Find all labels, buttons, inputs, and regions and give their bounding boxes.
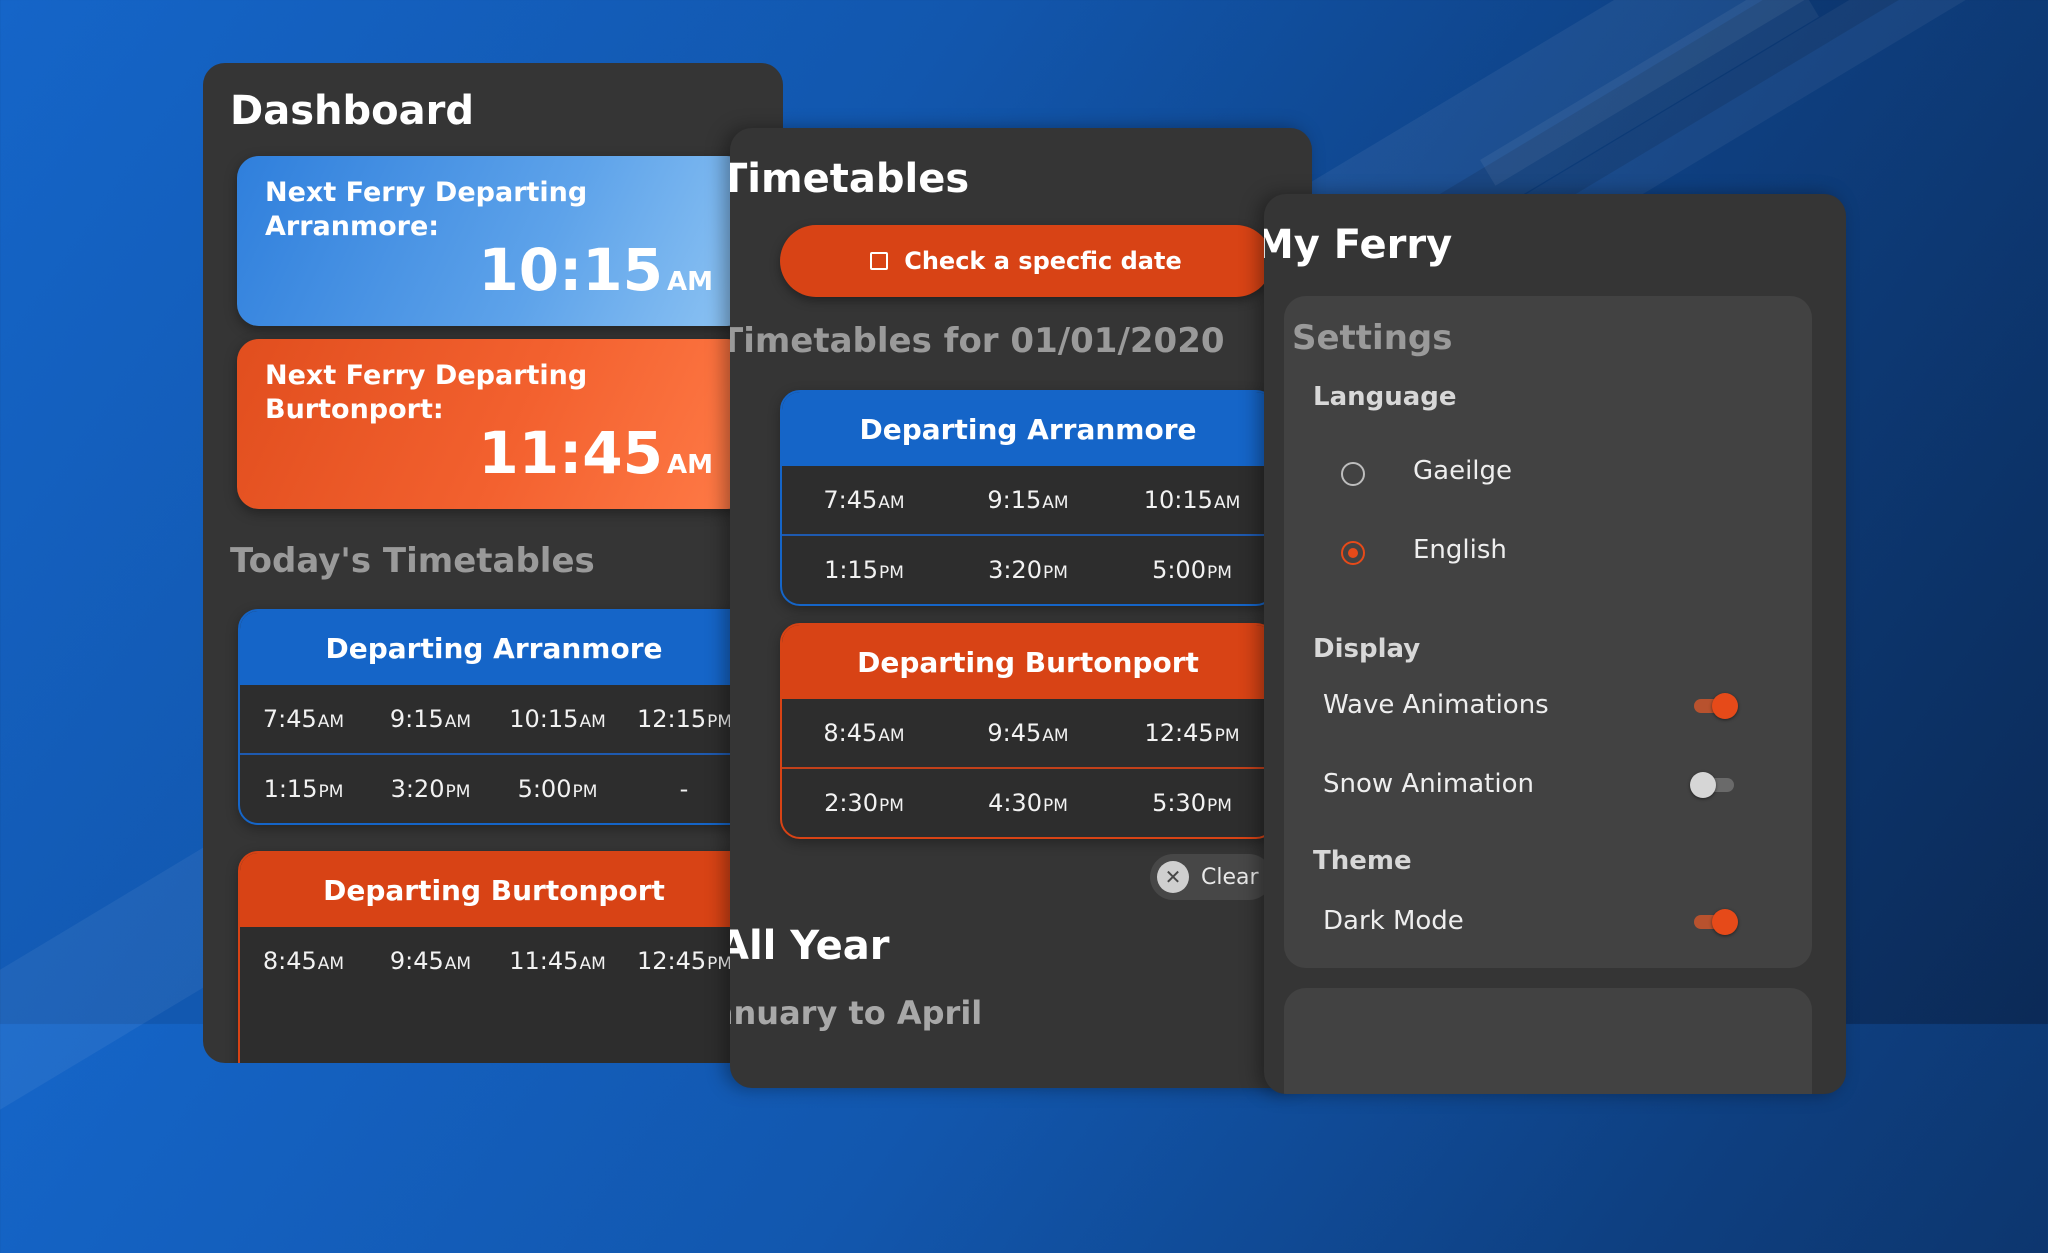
section-heading: Settings [1292,318,1453,358]
departure-time: 2:30PM [824,789,904,817]
month-range-heading: January to April [730,994,983,1032]
departure-time: 4:30PM [988,789,1068,817]
departure-time: 3:20PM [988,556,1068,584]
timetable-card-arranmore: Departing Arranmore 7:45AM 9:15AM 10:15AM 1… [238,609,750,825]
departure-time: 1:15PM [263,775,344,803]
departure-time: 9:45AM [389,947,472,975]
wave-animations-toggle[interactable] [1690,691,1738,721]
departure-time: 9:15AM [389,705,472,733]
timetable-card-title: Departing Arranmore [240,611,748,685]
secondary-settings-card [1284,988,1812,1094]
table-row: 1:15PM 3:20PM 5:00PM [782,534,1274,604]
next-ferry-arranmore-card[interactable]: Next Ferry Departing Arranmore: 10:15 AM [237,156,749,326]
departure-time: 10:15AM [1143,486,1241,514]
wave-animations-label: Wave Animations [1323,690,1549,720]
timetable-card-burtonport: Departing Burtonport 8:45AM 9:45AM 12:45PM… [780,623,1276,839]
departure-time: 1:15PM [824,556,904,584]
table-row: 2:30PM 4:30PM 5:30PM [782,767,1274,837]
table-row: 8:45AM 9:45AM 11:45AM 12:45PM [240,927,748,995]
dark-mode-toggle[interactable] [1690,907,1738,937]
departure-time: 5:00PM [517,775,598,803]
departure-time: 7:45AM [823,486,905,514]
table-row: 7:45AM 9:15AM 10:15AM 12:15PM [240,685,748,753]
dashboard-panel: Dashboard Next Ferry Departing Arranmore… [203,63,783,1063]
departure-time: 8:45AM [262,947,345,975]
departure-time: 12:45PM [1144,719,1240,747]
next-ferry-time: 11:45 AM [478,419,713,487]
dark-mode-label: Dark Mode [1323,906,1464,936]
table-row: 1:15PM 3:20PM 5:00PM - [240,753,748,823]
departure-time: 12:15PM [636,705,733,733]
check-date-button[interactable]: Check a specfic date [780,225,1272,297]
page-title: Timetables [730,156,970,202]
table-row: 7:45AM 9:15AM 10:15AM [782,466,1274,534]
table-row: 8:45AM 9:45AM 12:45PM [782,699,1274,767]
display-group-label: Display [1313,634,1421,664]
departure-time: 7:45AM [262,705,345,733]
theme-group-label: Theme [1313,846,1412,876]
clear-button[interactable]: ✕ Clear [1150,854,1272,900]
calendar-icon [870,252,889,270]
my-ferry-panel: My Ferry Settings Language Gaeilge Engli… [1264,194,1846,1094]
timetables-panel: Timetables Check a specfic date Timetabl… [730,128,1312,1088]
departure-time: 9:15AM [987,486,1069,514]
section-heading: Today's Timetables [230,541,595,581]
departure-time: 11:45AM [509,947,606,975]
departure-time: - [679,775,689,803]
snow-animation-label: Snow Animation [1323,769,1534,799]
settings-card: Settings Language Gaeilge English Displa… [1284,296,1812,968]
departure-time: 5:00PM [1152,556,1232,584]
radio-icon[interactable] [1341,541,1365,565]
snow-animation-toggle[interactable] [1690,770,1738,800]
timetable-card-title: Departing Burtonport [782,625,1274,699]
departure-time: 8:45AM [823,719,905,747]
departure-time: 9:45AM [987,719,1069,747]
departure-time: 3:20PM [390,775,471,803]
next-ferry-label: Next Ferry Departing Arranmore: [265,177,588,242]
section-heading: Timetables for 01/01/2020 [730,321,1225,361]
page-title: Dashboard [230,88,474,134]
next-ferry-time: 10:15 AM [478,236,713,304]
page-title: My Ferry [1264,222,1453,268]
section-heading: All Year [730,923,890,969]
radio-icon[interactable] [1341,462,1365,486]
departure-time: 10:15AM [509,705,606,733]
timetable-card-title: Departing Arranmore [782,392,1274,466]
next-ferry-label: Next Ferry Departing Burtonport: [265,360,588,425]
timetable-card-burtonport: Departing Burtonport 8:45AM 9:45AM 11:45AM… [238,851,750,1063]
language-group-label: Language [1313,382,1457,412]
close-icon: ✕ [1157,861,1189,893]
next-ferry-burtonport-card[interactable]: Next Ferry Departing Burtonport: 11:45 AM [237,339,749,509]
departure-time: 12:45PM [636,947,733,975]
departure-time: 5:30PM [1152,789,1232,817]
timetable-card-title: Departing Burtonport [240,853,748,927]
timetable-card-arranmore: Departing Arranmore 7:45AM 9:15AM 10:15AM 1… [780,390,1276,606]
